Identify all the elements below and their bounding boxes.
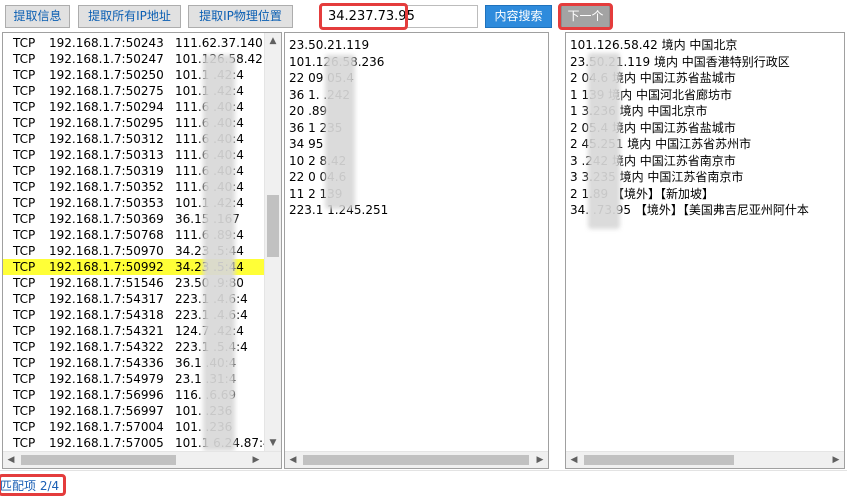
scroll-right-arrow-icon[interactable]: ▶ xyxy=(828,452,844,468)
ip-list-item[interactable]: 20 .89 xyxy=(285,103,530,120)
scrollbar-thumb[interactable] xyxy=(584,455,734,465)
ip-list-horizontal-scrollbar[interactable]: ◀ ▶ xyxy=(285,451,548,468)
ip-location-list[interactable]: 101.126.58.42 境内 中国北京 23.50.21.119 境内 中国香… xyxy=(565,32,845,469)
connection-proto: TCP xyxy=(13,340,36,354)
ip-list-item[interactable]: 10 2 8.42 xyxy=(285,153,530,170)
location-list-item[interactable]: 101.126.58.42 境内 中国北京 xyxy=(566,37,844,54)
ip-list-item[interactable]: 223.1 1.245.251 xyxy=(285,202,530,219)
connection-local: 192.168.1.7:50312 xyxy=(49,132,164,146)
connection-proto: TCP xyxy=(13,100,36,114)
connection-local: 192.168.1.7:50970 xyxy=(49,244,164,258)
ip-list-item[interactable]: 101.126.58.236 xyxy=(285,54,530,71)
status-divider xyxy=(0,470,847,471)
connection-local: 192.168.1.7:57005 xyxy=(49,436,164,450)
location-list-horizontal-scrollbar[interactable]: ◀ ▶ xyxy=(566,451,844,468)
scroll-down-arrow-icon[interactable]: ▼ xyxy=(265,435,281,451)
connection-local: 192.168.1.7:50247 xyxy=(49,52,164,66)
ip-list-item[interactable]: 22 0 04.6 xyxy=(285,169,530,186)
connection-local: 192.168.1.7:51546 xyxy=(49,276,164,290)
connection-local: 192.168.1.7:54336 xyxy=(49,356,164,370)
connection-proto: TCP xyxy=(13,404,36,418)
connection-local: 192.168.1.7:57004 xyxy=(49,420,164,434)
redaction-blur xyxy=(325,55,355,209)
connection-local: 192.168.1.7:50295 xyxy=(49,116,164,130)
connection-local: 192.168.1.7:50275 xyxy=(49,84,164,98)
connection-local: 192.168.1.7:50313 xyxy=(49,148,164,162)
connection-proto: TCP xyxy=(13,132,36,146)
extract-info-button[interactable]: 提取信息 xyxy=(5,5,70,28)
connection-local: 192.168.1.7:50250 xyxy=(49,68,164,82)
scroll-right-arrow-icon[interactable]: ▶ xyxy=(532,452,548,468)
connection-local: 192.168.1.7:54317 xyxy=(49,292,164,306)
scrollbar-thumb[interactable] xyxy=(267,195,279,257)
search-input[interactable] xyxy=(322,6,477,27)
connection-proto: TCP xyxy=(13,388,36,402)
ip-list-item[interactable]: 34 95 xyxy=(285,136,530,153)
ip-list-item[interactable]: 36 1 235 xyxy=(285,120,530,137)
connection-local: 192.168.1.7:50243 xyxy=(49,36,164,50)
ip-address-list[interactable]: 23.50.21.119101.126.58.23622 09 05.436 1… xyxy=(284,32,549,469)
connection-proto: TCP xyxy=(13,260,36,274)
redaction-blur xyxy=(588,53,620,229)
connection-proto: TCP xyxy=(13,84,36,98)
connection-local: 192.168.1.7:50352 xyxy=(49,180,164,194)
connection-proto: TCP xyxy=(13,292,36,306)
connection-proto: TCP xyxy=(13,52,36,66)
connection-local: 192.168.1.7:54321 xyxy=(49,324,164,338)
connection-proto: TCP xyxy=(13,68,36,82)
connection-local: 192.168.1.7:56997 xyxy=(49,404,164,418)
scroll-left-arrow-icon[interactable]: ◀ xyxy=(285,452,301,468)
connection-proto: TCP xyxy=(13,436,36,450)
scrollbar-thumb[interactable] xyxy=(303,455,529,465)
connection-proto: TCP xyxy=(13,308,36,322)
connection-local: 192.168.1.7:54318 xyxy=(49,308,164,322)
connection-proto: TCP xyxy=(13,420,36,434)
match-count-status: 匹配项 2/4 xyxy=(0,479,60,493)
connection-proto: TCP xyxy=(13,356,36,370)
connection-local: 192.168.1.7:54979 xyxy=(49,372,164,386)
connection-local: 192.168.1.7:50369 xyxy=(49,212,164,226)
connection-row[interactable]: TCP 192.168.1.7:50243 111.62.37.140:4 xyxy=(3,35,266,51)
connection-proto: TCP xyxy=(13,196,36,210)
ip-list-item[interactable]: 36 1. .242 xyxy=(285,87,530,104)
next-match-button[interactable]: 下一个 xyxy=(561,5,610,28)
connection-local: 192.168.1.7:50294 xyxy=(49,100,164,114)
scroll-left-arrow-icon[interactable]: ◀ xyxy=(566,452,582,468)
search-field[interactable] xyxy=(321,5,478,28)
connection-proto: TCP xyxy=(13,148,36,162)
content-search-button[interactable]: 内容搜索 xyxy=(485,5,552,28)
connection-proto: TCP xyxy=(13,180,36,194)
ip-list-item[interactable]: 22 09 05.4 xyxy=(285,70,530,87)
ip-list-item[interactable]: 23.50.21.119 xyxy=(285,37,530,54)
connection-proto: TCP xyxy=(13,244,36,258)
ip-list-item[interactable]: 11 2 139 xyxy=(285,186,530,203)
connection-proto: TCP xyxy=(13,164,36,178)
redaction-blur xyxy=(203,55,235,451)
connections-horizontal-scrollbar[interactable]: ◀ ▶ xyxy=(3,451,281,468)
connection-proto: TCP xyxy=(13,228,36,242)
connection-local: 192.168.1.7:50353 xyxy=(49,196,164,210)
connection-remote: 111.62.37.140:4 xyxy=(175,36,266,50)
scrollbar-thumb[interactable] xyxy=(21,455,176,465)
extract-all-ip-button[interactable]: 提取所有IP地址 xyxy=(78,5,181,28)
scroll-up-arrow-icon[interactable]: ▲ xyxy=(265,33,281,49)
connection-local: 192.168.1.7:54322 xyxy=(49,340,164,354)
connections-vertical-scrollbar[interactable]: ▲ ▼ xyxy=(264,33,281,451)
connection-proto: TCP xyxy=(13,212,36,226)
connection-local: 192.168.1.7:50319 xyxy=(49,164,164,178)
extract-ip-location-button[interactable]: 提取IP物理位置 xyxy=(188,5,293,28)
connection-proto: TCP xyxy=(13,36,36,50)
scroll-right-arrow-icon[interactable]: ▶ xyxy=(248,452,264,468)
connections-list[interactable]: TCP 192.168.1.7:50243 111.62.37.140:4 TCP 19… xyxy=(2,32,282,469)
connection-proto: TCP xyxy=(13,116,36,130)
connection-local: 192.168.1.7:50768 xyxy=(49,228,164,242)
connection-local: 192.168.1.7:50992 xyxy=(49,260,164,274)
connection-local: 192.168.1.7:56996 xyxy=(49,388,164,402)
connection-proto: TCP xyxy=(13,324,36,338)
scroll-left-arrow-icon[interactable]: ◀ xyxy=(3,452,19,468)
connection-proto: TCP xyxy=(13,372,36,386)
connection-proto: TCP xyxy=(13,276,36,290)
